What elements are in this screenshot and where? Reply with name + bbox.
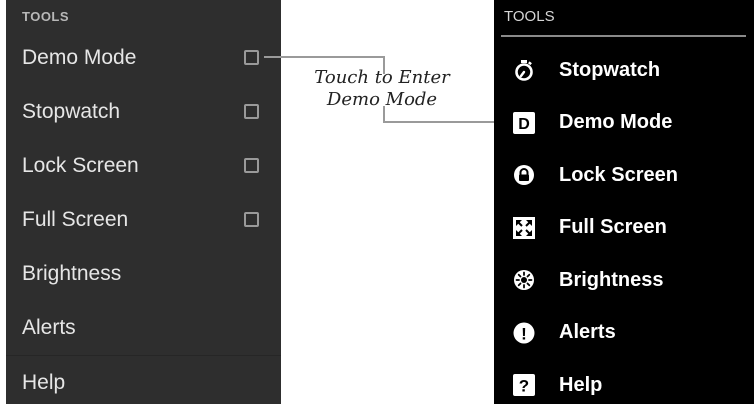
menu-item-label: Alerts [559,321,616,344]
menu-item-lock-screen[interactable]: Lock Screen [494,149,754,202]
menu-item-label: Full Screen [559,216,667,239]
brightness-icon [513,269,535,291]
lock-icon [513,164,535,186]
alert-icon-glyph: ! [521,324,527,343]
tools-header: TOOLS [504,8,555,25]
stopwatch-icon [513,59,535,82]
menu-item-stopwatch[interactable]: Stopwatch [494,44,754,97]
callout-line-2: Demo Mode [326,89,438,110]
menu-item-label: Help [559,373,603,396]
help-icon-glyph: ? [519,377,529,396]
menu-item-label: Stopwatch [559,58,661,81]
menu-item-help[interactable]: ? Help [494,359,754,404]
menu-item-demo-mode[interactable]: D Demo Mode [494,97,754,150]
menu-item-brightness[interactable]: Brightness [494,254,754,307]
callout-line-1: Touch to Enter [314,67,450,88]
menu-item-label: Lock Screen [559,163,678,186]
demo-mode-icon-glyph: D [518,116,530,133]
menu-item-alerts[interactable]: ! Alerts [494,307,754,360]
header-divider [501,35,746,37]
full-screen-icon [513,216,535,239]
tools-menu-right: TOOLS Stopwatch D Demo Mode Lock Screen … [494,0,754,404]
menu-item-full-screen[interactable]: Full Screen [494,202,754,255]
demo-mode-icon: D [513,111,535,134]
menu-item-label: Demo Mode [559,111,673,134]
tools-list: Stopwatch D Demo Mode Lock Screen Full S… [494,44,754,404]
help-icon: ? [513,374,535,397]
callout-annotation: Touch to Enter Demo Mode [296,67,468,111]
alert-icon: ! [513,322,535,344]
menu-item-label: Brightness [559,268,664,291]
